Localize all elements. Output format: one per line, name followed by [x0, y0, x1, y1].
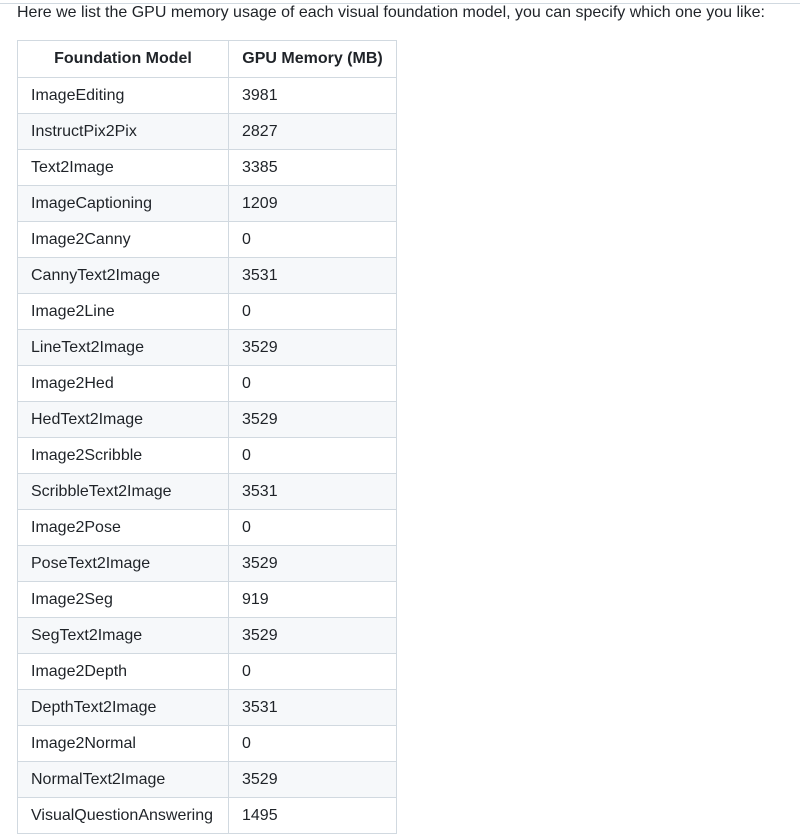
memory-cell: 0	[228, 365, 397, 402]
table-row: NormalText2Image 3529	[17, 761, 397, 798]
table-row: DepthText2Image 3531	[17, 689, 397, 726]
table-row: PoseText2Image 3529	[17, 545, 397, 582]
memory-cell: 3529	[228, 617, 397, 654]
model-cell: VisualQuestionAnswering	[17, 797, 229, 834]
table-row: Image2Line 0	[17, 293, 397, 330]
model-cell: PoseText2Image	[17, 545, 229, 582]
model-cell: Image2Pose	[17, 509, 229, 546]
model-cell: Image2Normal	[17, 725, 229, 762]
table-row: CannyText2Image 3531	[17, 257, 397, 294]
memory-cell: 0	[228, 437, 397, 474]
memory-cell: 3385	[228, 149, 397, 186]
model-cell: NormalText2Image	[17, 761, 229, 798]
table-row: LineText2Image 3529	[17, 329, 397, 366]
memory-cell: 3531	[228, 473, 397, 510]
column-header-memory: GPU Memory (MB)	[228, 40, 397, 78]
model-cell: HedText2Image	[17, 401, 229, 438]
memory-cell: 3531	[228, 257, 397, 294]
table-row: Image2Scribble 0	[17, 437, 397, 474]
column-header-model: Foundation Model	[17, 40, 229, 78]
model-cell: Text2Image	[17, 149, 229, 186]
model-cell: InstructPix2Pix	[17, 113, 229, 150]
memory-cell: 0	[228, 509, 397, 546]
table-row: SegText2Image 3529	[17, 617, 397, 654]
table-row: Image2Normal 0	[17, 725, 397, 762]
table-row: Text2Image 3385	[17, 149, 397, 186]
memory-cell: 919	[228, 581, 397, 618]
memory-cell: 3981	[228, 77, 397, 114]
model-cell: SegText2Image	[17, 617, 229, 654]
gpu-memory-table: Foundation Model GPU Memory (MB) ImageEd…	[17, 40, 397, 834]
memory-cell: 0	[228, 653, 397, 690]
table-header-row: Foundation Model GPU Memory (MB)	[17, 40, 397, 78]
table-row: ImageCaptioning 1209	[17, 185, 397, 222]
memory-cell: 2827	[228, 113, 397, 150]
model-cell: Image2Canny	[17, 221, 229, 258]
model-cell: Image2Hed	[17, 365, 229, 402]
model-cell: CannyText2Image	[17, 257, 229, 294]
memory-cell: 3529	[228, 545, 397, 582]
model-cell: DepthText2Image	[17, 689, 229, 726]
memory-cell: 3529	[228, 401, 397, 438]
model-cell: ImageEditing	[17, 77, 229, 114]
table-row: Image2Canny 0	[17, 221, 397, 258]
table-row: VisualQuestionAnswering 1495	[17, 797, 397, 834]
memory-cell: 0	[228, 725, 397, 762]
memory-cell: 1209	[228, 185, 397, 222]
table-row: Image2Seg 919	[17, 581, 397, 618]
model-cell: Image2Line	[17, 293, 229, 330]
memory-cell: 3531	[228, 689, 397, 726]
table-row: Image2Hed 0	[17, 365, 397, 402]
table-row: Image2Depth 0	[17, 653, 397, 690]
memory-cell: 0	[228, 293, 397, 330]
table-row: ScribbleText2Image 3531	[17, 473, 397, 510]
model-cell: ScribbleText2Image	[17, 473, 229, 510]
table-row: InstructPix2Pix 2827	[17, 113, 397, 150]
model-cell: Image2Seg	[17, 581, 229, 618]
model-cell: ImageCaptioning	[17, 185, 229, 222]
model-cell: LineText2Image	[17, 329, 229, 366]
memory-cell: 1495	[228, 797, 397, 834]
table-row: HedText2Image 3529	[17, 401, 397, 438]
table-row: Image2Pose 0	[17, 509, 397, 546]
memory-cell: 3529	[228, 329, 397, 366]
memory-cell: 0	[228, 221, 397, 258]
intro-paragraph: Here we list the GPU memory usage of eac…	[17, 4, 765, 21]
table-row: ImageEditing 3981	[17, 77, 397, 114]
memory-cell: 3529	[228, 761, 397, 798]
model-cell: Image2Depth	[17, 653, 229, 690]
model-cell: Image2Scribble	[17, 437, 229, 474]
